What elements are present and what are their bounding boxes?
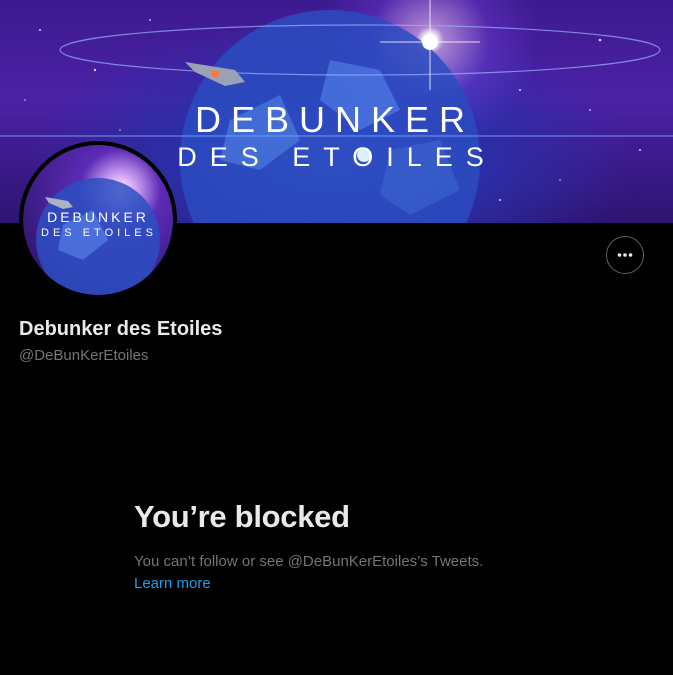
learn-more-link[interactable]: Learn more bbox=[134, 573, 211, 595]
avatar-title-line2: DES ETOILES bbox=[41, 227, 157, 239]
banner-title-line2: DES ETOILES bbox=[177, 142, 497, 172]
profile-handle: @DeBunKerEtoiles bbox=[19, 347, 149, 364]
blocked-notice: You’re blocked You can’t follow or see @… bbox=[134, 499, 554, 595]
profile-display-name: Debunker des Etoiles bbox=[19, 318, 223, 340]
banner-title-line1: DEBUNKER bbox=[195, 99, 475, 140]
more-options-button[interactable] bbox=[606, 236, 644, 274]
more-horizontal-icon bbox=[617, 253, 633, 257]
blocked-message: You can’t follow or see @DeBunKerEtoiles… bbox=[134, 553, 484, 570]
blocked-title: You’re blocked bbox=[134, 499, 350, 534]
profile-avatar[interactable]: DEBUNKER DES ETOILES bbox=[19, 141, 177, 299]
avatar-artwork: DEBUNKER DES ETOILES bbox=[23, 145, 173, 295]
avatar-title-line1: DEBUNKER bbox=[47, 209, 149, 225]
